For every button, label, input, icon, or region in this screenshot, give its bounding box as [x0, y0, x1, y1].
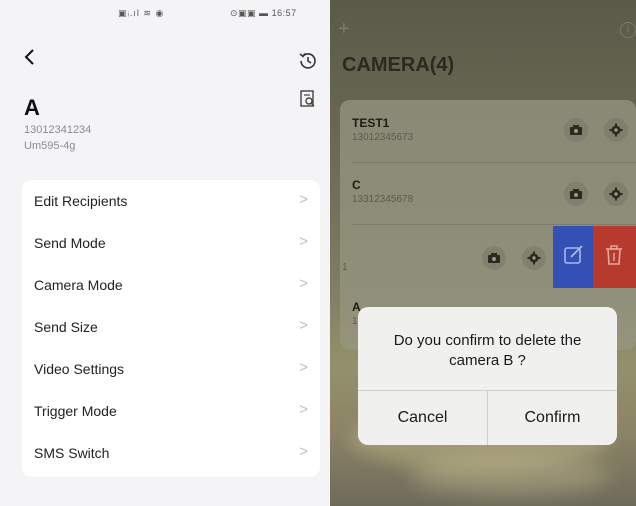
gear-icon	[609, 187, 623, 201]
document-search-icon	[300, 90, 315, 107]
signal-indicators: ▣ᵢ.ıl ≋ ◉	[118, 8, 165, 18]
history-button[interactable]	[297, 50, 319, 72]
list-item[interactable]: C 13312345678	[340, 164, 636, 224]
edit-button[interactable]	[553, 226, 593, 288]
menu-item-trigger-mode[interactable]: Trigger Mode >	[22, 390, 320, 432]
background-cloud	[410, 455, 610, 495]
camera-number: 1	[352, 316, 358, 327]
device-phone: 13012341234	[24, 124, 92, 136]
menu-item-camera-mode[interactable]: Camera Mode >	[22, 264, 320, 306]
camera-number: 13312345678	[352, 194, 414, 205]
menu-item-sms-switch[interactable]: SMS Switch >	[22, 432, 320, 474]
divider	[352, 224, 636, 225]
camera-icon	[570, 189, 582, 199]
chevron-right-icon: >	[299, 233, 308, 250]
status-bar: ▣ᵢ.ıl ≋ ◉ ⊙▣▣ ▬ 16:57	[0, 0, 330, 26]
status-icons: ⊙▣▣ ▬	[230, 8, 269, 18]
menu-item-label: SMS Switch	[34, 445, 110, 461]
camera-button[interactable]	[564, 118, 588, 142]
back-button[interactable]	[20, 46, 40, 68]
plus-icon: +	[338, 18, 350, 40]
device-name: A	[24, 95, 40, 120]
history-icon	[299, 53, 316, 69]
chevron-right-icon: >	[299, 317, 308, 334]
trash-icon	[606, 245, 622, 265]
menu-item-send-mode[interactable]: Send Mode >	[22, 222, 320, 264]
device-settings-screen: ▣ᵢ.ıl ≋ ◉ ⊙▣▣ ▬ 16:57 A 13012341234 Um59…	[0, 0, 330, 506]
camera-button[interactable]	[564, 182, 588, 206]
gear-icon	[527, 251, 541, 265]
back-icon	[24, 49, 34, 65]
camera-icon	[488, 253, 500, 263]
confirm-button[interactable]: Confirm	[488, 391, 617, 445]
menu-item-label: Camera Mode	[34, 277, 123, 293]
camera-button[interactable]	[482, 246, 506, 270]
page-title: CAMERA(4)	[342, 54, 455, 76]
divider	[352, 162, 636, 163]
menu-item-edit-recipients[interactable]: Edit Recipients >	[22, 180, 320, 222]
add-camera-button[interactable]: +	[338, 18, 350, 41]
chevron-right-icon: >	[299, 191, 308, 208]
document-search-button[interactable]	[298, 88, 318, 110]
device-model: Um595-4g	[24, 140, 76, 152]
info-button[interactable]: i	[620, 22, 636, 38]
menu-item-label: Send Mode	[34, 235, 106, 251]
chevron-right-icon: >	[299, 275, 308, 292]
camera-name: TEST1	[352, 116, 390, 130]
chevron-right-icon: >	[299, 401, 308, 418]
cancel-button[interactable]: Cancel	[358, 391, 487, 445]
info-icon: i	[626, 24, 630, 35]
gear-icon	[609, 123, 623, 137]
camera-number: 1	[342, 262, 348, 273]
settings-button[interactable]	[604, 182, 628, 206]
edit-icon	[564, 245, 583, 264]
menu-item-video-settings[interactable]: Video Settings >	[22, 348, 320, 390]
camera-icon	[570, 125, 582, 135]
list-item[interactable]: TEST1 13012345673	[340, 100, 636, 160]
menu-item-label: Send Size	[34, 319, 98, 335]
status-time: 16:57	[271, 8, 297, 18]
dialog-message: Do you confirm to delete the camera B ?	[393, 332, 582, 369]
menu-item-label: Edit Recipients	[34, 193, 128, 209]
status-right: ⊙▣▣ ▬ 16:57	[230, 8, 297, 19]
camera-number: 13012345673	[352, 132, 414, 143]
delete-button[interactable]	[593, 226, 636, 288]
menu-item-send-size[interactable]: Send Size >	[22, 306, 320, 348]
camera-list-screen: + i CAMERA(4) TEST1 13012345673 C 133123…	[330, 0, 636, 506]
menu-item-label: Video Settings	[34, 361, 125, 377]
chevron-right-icon: >	[299, 359, 308, 376]
settings-button[interactable]	[604, 118, 628, 142]
menu-item-label: Trigger Mode	[34, 403, 117, 419]
delete-confirm-dialog: Do you confirm to delete the camera B ? …	[358, 307, 617, 445]
settings-menu: Edit Recipients > Send Mode > Camera Mod…	[22, 180, 320, 477]
chevron-right-icon: >	[299, 443, 308, 460]
settings-button[interactable]	[522, 246, 546, 270]
camera-name: C	[352, 178, 361, 192]
